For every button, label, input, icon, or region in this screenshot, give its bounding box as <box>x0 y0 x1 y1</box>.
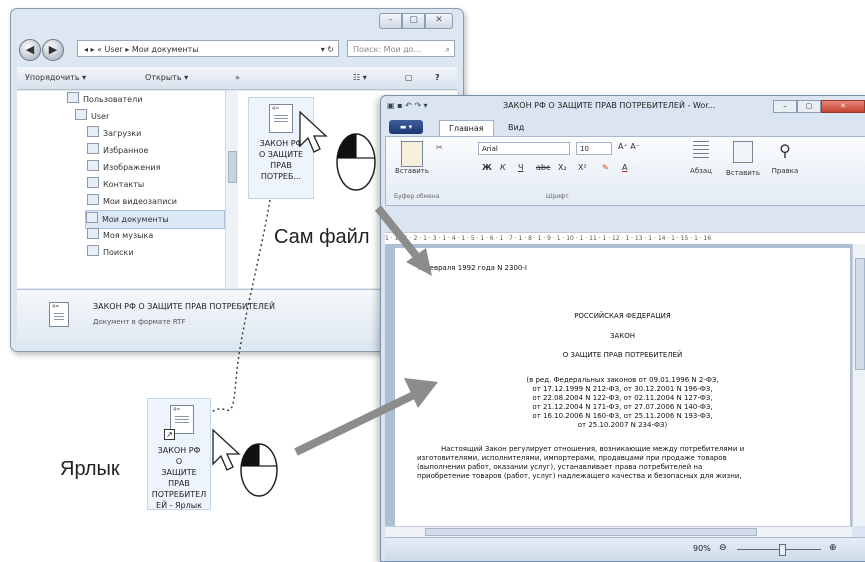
cursor-arrow-icon <box>299 110 328 153</box>
mouse-click-icon <box>336 133 376 191</box>
dotted-connector <box>211 199 271 413</box>
annotation-overlay <box>211 110 438 497</box>
cursor-arrow-icon <box>212 428 241 471</box>
arrow-shortcut-to-document <box>294 378 438 456</box>
mouse-click-icon <box>240 443 278 497</box>
caption-shortcut: Ярлык <box>60 458 120 480</box>
caption-file: Сам файл <box>274 226 370 248</box>
arrow-file-to-document <box>374 205 432 276</box>
